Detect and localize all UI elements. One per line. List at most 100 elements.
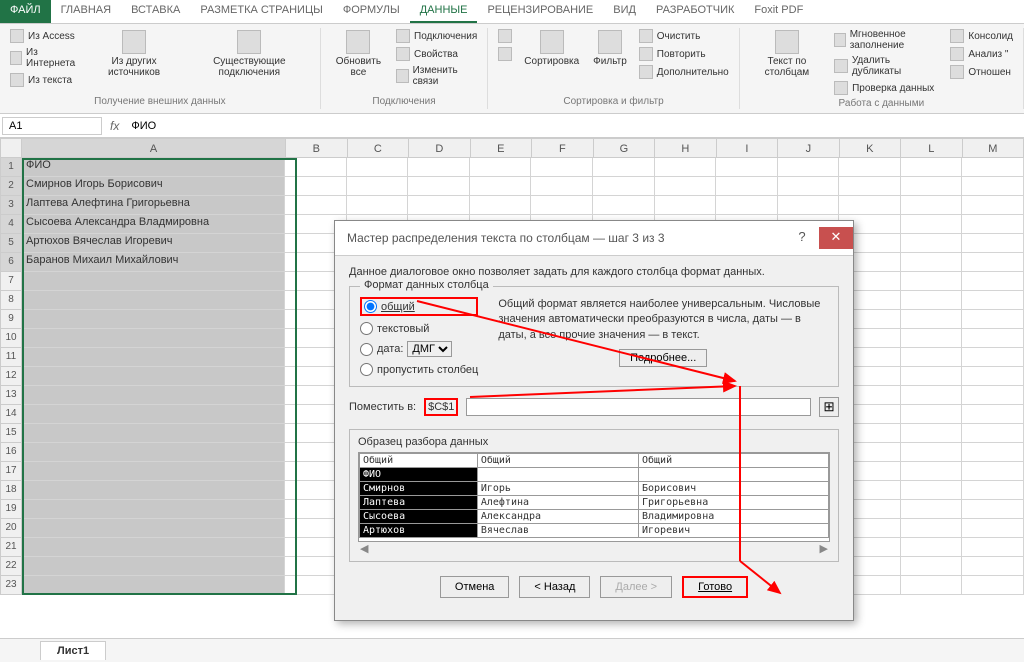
cell[interactable] bbox=[901, 329, 963, 348]
cell[interactable] bbox=[962, 424, 1024, 443]
tab-view[interactable]: ВИД bbox=[603, 0, 646, 23]
cell[interactable] bbox=[716, 177, 778, 196]
tab-layout[interactable]: РАЗМЕТКА СТРАНИЦЫ bbox=[190, 0, 332, 23]
scroll-right-icon[interactable]: ▶ bbox=[820, 542, 828, 555]
cell[interactable] bbox=[962, 443, 1024, 462]
cell[interactable] bbox=[901, 291, 963, 310]
cell[interactable] bbox=[408, 196, 470, 215]
text-to-columns-button[interactable]: Текст по столбцам bbox=[748, 28, 826, 80]
cell[interactable] bbox=[285, 158, 347, 177]
row-header[interactable]: 10 bbox=[0, 329, 22, 348]
cell[interactable] bbox=[901, 158, 963, 177]
cell[interactable] bbox=[901, 443, 963, 462]
cell[interactable] bbox=[531, 158, 593, 177]
cell[interactable] bbox=[593, 196, 655, 215]
existing-conn-button[interactable]: Существующие подключения bbox=[187, 28, 312, 80]
date-format-select[interactable]: ДМГ bbox=[407, 341, 452, 357]
tab-review[interactable]: РЕЦЕНЗИРОВАНИЕ bbox=[477, 0, 603, 23]
cell[interactable] bbox=[901, 348, 963, 367]
finish-button[interactable]: Готово bbox=[682, 576, 748, 598]
cell[interactable] bbox=[901, 272, 963, 291]
cell[interactable] bbox=[22, 310, 285, 329]
clear-button[interactable]: Очистить bbox=[637, 28, 731, 44]
destination-input[interactable] bbox=[466, 398, 811, 416]
tab-data[interactable]: ДАННЫЕ bbox=[410, 0, 478, 23]
cell[interactable] bbox=[901, 538, 963, 557]
cell[interactable] bbox=[22, 291, 285, 310]
tab-foxit[interactable]: Foxit PDF bbox=[744, 0, 813, 23]
row-header[interactable]: 9 bbox=[0, 310, 22, 329]
tab-dev[interactable]: РАЗРАБОТЧИК bbox=[646, 0, 744, 23]
row-header[interactable]: 16 bbox=[0, 443, 22, 462]
sort-za-button[interactable] bbox=[496, 46, 514, 62]
cell[interactable] bbox=[901, 424, 963, 443]
relations-button[interactable]: Отношен bbox=[948, 64, 1015, 80]
close-button[interactable]: ✕ bbox=[819, 227, 853, 249]
radio-date-input[interactable] bbox=[360, 343, 373, 356]
row-header[interactable]: 1 bbox=[0, 158, 22, 177]
cell[interactable] bbox=[839, 177, 901, 196]
cell[interactable] bbox=[962, 272, 1024, 291]
sort-az-button[interactable] bbox=[496, 28, 514, 44]
row-header[interactable]: 17 bbox=[0, 462, 22, 481]
scroll-left-icon[interactable]: ◀ bbox=[360, 542, 368, 555]
consolidate-button[interactable]: Консолид bbox=[948, 28, 1015, 44]
row-header[interactable]: 21 bbox=[0, 538, 22, 557]
col-header[interactable]: E bbox=[471, 138, 533, 158]
radio-general[interactable]: общий bbox=[360, 297, 478, 316]
from-access-button[interactable]: Из Access bbox=[8, 28, 81, 44]
cell[interactable] bbox=[901, 215, 963, 234]
cell[interactable]: ФИО bbox=[22, 158, 285, 177]
data-valid-button[interactable]: Проверка данных bbox=[832, 80, 942, 96]
flash-fill-button[interactable]: Мгновенное заполнение bbox=[832, 28, 942, 52]
row-header[interactable]: 7 bbox=[0, 272, 22, 291]
cell[interactable] bbox=[716, 158, 778, 177]
sheet-tab-1[interactable]: Лист1 bbox=[40, 641, 106, 660]
sort-button[interactable]: Сортировка bbox=[520, 28, 583, 69]
cell[interactable] bbox=[962, 215, 1024, 234]
cell[interactable] bbox=[285, 196, 347, 215]
cell[interactable] bbox=[716, 196, 778, 215]
cell[interactable] bbox=[22, 424, 285, 443]
refresh-all-button[interactable]: Обновить все bbox=[329, 28, 388, 80]
col-header[interactable]: D bbox=[409, 138, 471, 158]
cell[interactable] bbox=[285, 177, 347, 196]
cell[interactable] bbox=[962, 557, 1024, 576]
cell[interactable] bbox=[901, 405, 963, 424]
cell[interactable] bbox=[347, 177, 409, 196]
cell[interactable] bbox=[22, 272, 285, 291]
cell[interactable] bbox=[901, 367, 963, 386]
cell[interactable] bbox=[347, 196, 409, 215]
cell[interactable] bbox=[408, 158, 470, 177]
cell[interactable]: Смирнов Игорь Борисович bbox=[22, 177, 285, 196]
col-header[interactable]: L bbox=[901, 138, 963, 158]
filter-button[interactable]: Фильтр bbox=[589, 28, 631, 69]
cell[interactable] bbox=[593, 177, 655, 196]
cancel-button[interactable]: Отмена bbox=[440, 576, 509, 598]
col-header[interactable]: A bbox=[22, 138, 286, 158]
radio-text-input[interactable] bbox=[360, 322, 373, 335]
cell[interactable]: Баранов Михаил Михайлович bbox=[22, 253, 285, 272]
cell[interactable] bbox=[901, 234, 963, 253]
cell[interactable] bbox=[593, 158, 655, 177]
cell[interactable] bbox=[962, 329, 1024, 348]
col-header[interactable]: J bbox=[778, 138, 840, 158]
more-button[interactable]: Подробнее... bbox=[619, 349, 707, 367]
col-header[interactable]: K bbox=[840, 138, 902, 158]
cell[interactable]: Артюхов Вячеслав Игоревич bbox=[22, 234, 285, 253]
cell[interactable] bbox=[778, 158, 840, 177]
col-header[interactable]: B bbox=[286, 138, 348, 158]
cell[interactable] bbox=[962, 234, 1024, 253]
advanced-button[interactable]: Дополнительно bbox=[637, 64, 731, 80]
cell[interactable] bbox=[655, 158, 717, 177]
back-button[interactable]: < Назад bbox=[519, 576, 590, 598]
row-header[interactable]: 12 bbox=[0, 367, 22, 386]
reapply-button[interactable]: Повторить bbox=[637, 46, 731, 62]
name-box[interactable] bbox=[2, 117, 102, 135]
cell[interactable] bbox=[962, 386, 1024, 405]
row-header[interactable]: 15 bbox=[0, 424, 22, 443]
cell[interactable] bbox=[901, 253, 963, 272]
cell[interactable] bbox=[778, 177, 840, 196]
col-header[interactable]: H bbox=[655, 138, 717, 158]
row-header[interactable]: 11 bbox=[0, 348, 22, 367]
